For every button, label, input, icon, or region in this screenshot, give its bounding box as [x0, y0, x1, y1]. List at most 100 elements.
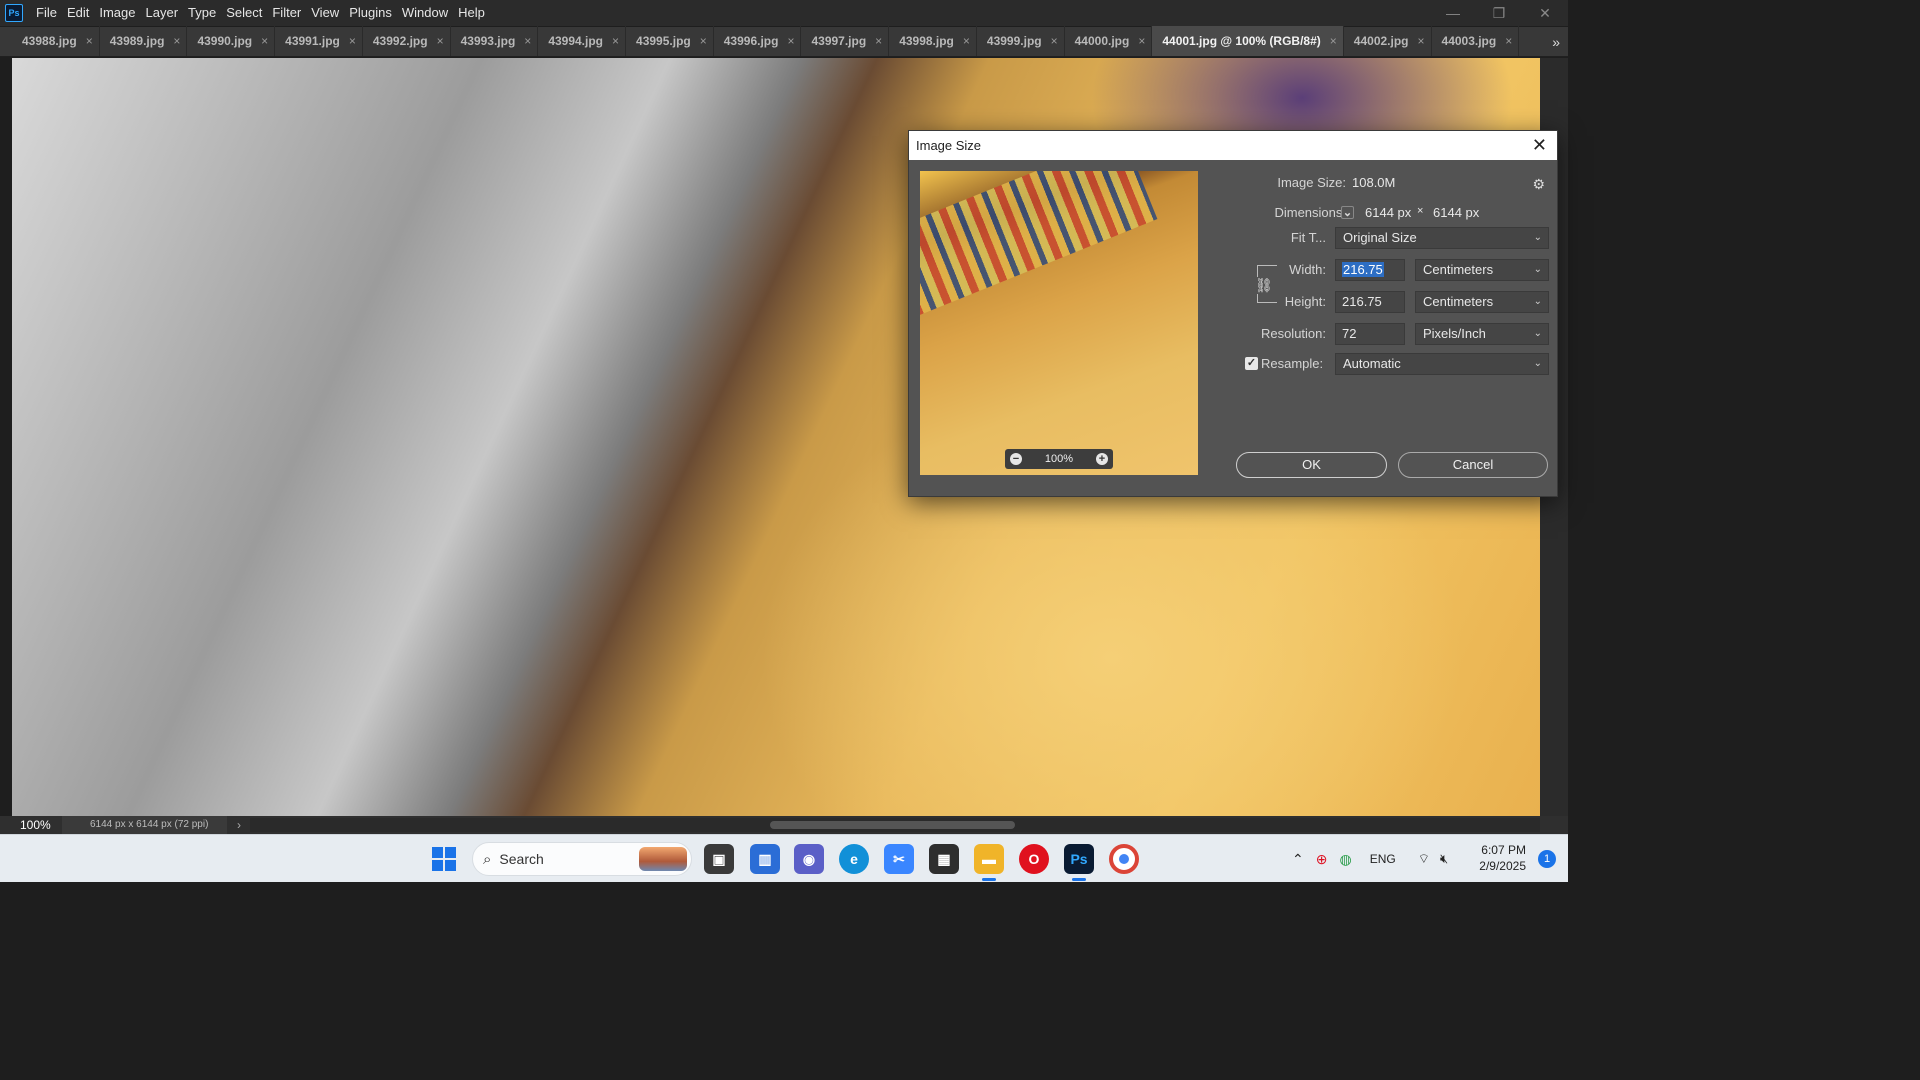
tab-close-icon[interactable]: × — [173, 34, 180, 48]
tab-close-icon[interactable]: × — [524, 34, 531, 48]
teams-icon[interactable]: ◉ — [794, 844, 824, 874]
tab-close-icon[interactable]: × — [86, 34, 93, 48]
document-info[interactable]: 6144 px x 6144 px (72 ppi) — [62, 816, 227, 834]
tab-close-icon[interactable]: × — [1418, 34, 1425, 48]
chevron-down-icon: ⌄ — [1533, 296, 1542, 307]
menu-filter[interactable]: Filter — [267, 0, 306, 26]
menu-plugins[interactable]: Plugins — [344, 0, 397, 26]
clock[interactable]: 6:07 PM 2/9/2025 — [1479, 842, 1526, 874]
document-tabs: 43988.jpg × 43989.jpg × 43990.jpg × 43991.j… — [0, 26, 1568, 57]
ok-button[interactable]: OK — [1236, 452, 1387, 478]
photoshop-taskbar-icon[interactable]: Ps — [1064, 844, 1094, 881]
store-icon[interactable]: ▦ — [929, 844, 959, 874]
tab-43991[interactable]: 43991.jpg × — [275, 26, 363, 56]
tab-43994[interactable]: 43994.jpg × — [538, 26, 627, 56]
width-input[interactable]: 216.75 — [1335, 259, 1405, 281]
tab-43998[interactable]: 43998.jpg × — [889, 26, 977, 56]
task-view-icon[interactable]: ▣ — [704, 844, 734, 874]
tab-label: 44001.jpg @ 100% (RGB/8#) — [1162, 34, 1321, 48]
tab-43992[interactable]: 43992.jpg × — [363, 26, 451, 56]
gear-icon[interactable]: ⚙ — [1532, 176, 1545, 193]
fit-to-select[interactable]: Original Size ⌄ — [1335, 227, 1549, 249]
fit-to-value: Original Size — [1343, 230, 1417, 245]
menu-window[interactable]: Window — [397, 0, 453, 26]
globe-icon[interactable]: ◍ — [1339, 851, 1351, 868]
zoom-level[interactable]: 100% — [0, 818, 62, 832]
volume-muted-icon[interactable]: 🔇︎ — [1440, 851, 1448, 867]
vpn-icon[interactable]: ⊕ — [1316, 851, 1328, 868]
close-window-icon[interactable]: ✕ — [1522, 0, 1568, 26]
tray-overflow-icon[interactable]: ⌃ — [1292, 851, 1304, 868]
wifi-icon[interactable]: ⌔ — [1418, 851, 1430, 867]
tab-43999[interactable]: 43999.jpg × — [977, 26, 1065, 56]
status-menu-arrow-icon[interactable]: › — [237, 818, 241, 832]
tab-close-icon[interactable]: × — [963, 34, 970, 48]
menu-type[interactable]: Type — [183, 0, 221, 26]
taskbar-search[interactable]: ⌕ Search — [472, 842, 692, 876]
opera-icon[interactable]: O — [1019, 844, 1049, 874]
image-preview[interactable]: − 100% + — [920, 171, 1198, 475]
file-explorer-icon[interactable]: ▬ — [974, 844, 1004, 881]
tab-43988[interactable]: 43988.jpg × — [12, 26, 100, 56]
menu-select[interactable]: Select — [221, 0, 267, 26]
widgets-icon[interactable]: ▥ — [750, 844, 780, 874]
restore-icon[interactable]: ❐ — [1476, 0, 1522, 26]
chrome-icon[interactable] — [1109, 844, 1139, 874]
tab-43997[interactable]: 43997.jpg × — [801, 26, 890, 56]
tab-44000[interactable]: 44000.jpg × — [1065, 26, 1153, 56]
tab-close-icon[interactable]: × — [437, 34, 444, 48]
scroll-thumb[interactable] — [770, 821, 1015, 829]
windows-start-icon[interactable] — [432, 847, 456, 871]
zoom-in-icon[interactable]: + — [1095, 453, 1108, 465]
resample-value: Automatic — [1343, 356, 1401, 371]
notification-badge[interactable]: 1 — [1538, 850, 1556, 868]
tab-close-icon[interactable]: × — [261, 34, 268, 48]
tab-close-icon[interactable]: × — [1505, 34, 1512, 48]
edge-icon[interactable]: e — [839, 844, 869, 874]
dialog-titlebar[interactable]: Image Size ✕ — [909, 131, 1557, 160]
tab-close-icon[interactable]: × — [1330, 34, 1337, 48]
tab-43989[interactable]: 43989.jpg × — [100, 26, 188, 56]
tab-44001-active[interactable]: 44001.jpg @ 100% (RGB/8#) × — [1152, 26, 1344, 56]
resolution-unit-select[interactable]: Pixels/Inch ⌄ — [1415, 323, 1549, 345]
tab-overflow-icon[interactable]: » — [1552, 34, 1560, 50]
minimize-icon[interactable]: — — [1430, 0, 1476, 26]
cancel-button[interactable]: Cancel — [1398, 452, 1548, 478]
tab-43995[interactable]: 43995.jpg × — [626, 26, 714, 56]
tab-close-icon[interactable]: × — [1051, 34, 1058, 48]
height-unit-select[interactable]: Centimeters ⌄ — [1415, 291, 1549, 313]
height-input[interactable]: 216.75 — [1335, 291, 1405, 313]
horizontal-scrollbar[interactable] — [250, 818, 1540, 832]
menu-edit[interactable]: Edit — [62, 0, 94, 26]
tab-close-icon[interactable]: × — [1138, 34, 1145, 48]
zoom-out-icon[interactable]: − — [1010, 453, 1022, 465]
tab-44003[interactable]: 44003.jpg × — [1432, 26, 1520, 56]
resample-select[interactable]: Automatic ⌄ — [1335, 353, 1549, 375]
tab-close-icon[interactable]: × — [349, 34, 356, 48]
tab-44002[interactable]: 44002.jpg × — [1344, 26, 1432, 56]
tab-43990[interactable]: 43990.jpg × — [187, 26, 276, 56]
tab-close-icon[interactable]: × — [787, 34, 794, 48]
tab-label: 43989.jpg — [109, 34, 165, 48]
menu-help[interactable]: Help — [453, 0, 490, 26]
chain-link-icon[interactable]: ⛓ — [1255, 277, 1273, 294]
chevron-down-icon: ⌄ — [1533, 358, 1542, 369]
tab-close-icon[interactable]: × — [700, 34, 707, 48]
tab-43996[interactable]: 43996.jpg × — [714, 26, 802, 56]
tab-close-icon[interactable]: × — [612, 34, 619, 48]
dialog-close-icon[interactable]: ✕ — [1532, 131, 1547, 160]
language-indicator[interactable]: ENG — [1370, 852, 1396, 866]
dimensions-dropdown-icon[interactable]: ⌄ — [1341, 206, 1354, 219]
menu-view[interactable]: View — [306, 0, 344, 26]
height-label: Height: — [1284, 294, 1326, 309]
menu-image[interactable]: Image — [94, 0, 140, 26]
tab-43993[interactable]: 43993.jpg × — [451, 26, 539, 56]
width-unit-select[interactable]: Centimeters ⌄ — [1415, 259, 1549, 281]
tab-label: 44000.jpg — [1074, 34, 1130, 48]
snipping-tool-icon[interactable]: ✂ — [884, 844, 914, 874]
menu-layer[interactable]: Layer — [141, 0, 184, 26]
menu-file[interactable]: File — [31, 0, 62, 26]
resample-checkbox[interactable]: ✓ — [1245, 357, 1258, 370]
resolution-input[interactable]: 72 — [1335, 323, 1405, 345]
tab-close-icon[interactable]: × — [875, 34, 882, 48]
